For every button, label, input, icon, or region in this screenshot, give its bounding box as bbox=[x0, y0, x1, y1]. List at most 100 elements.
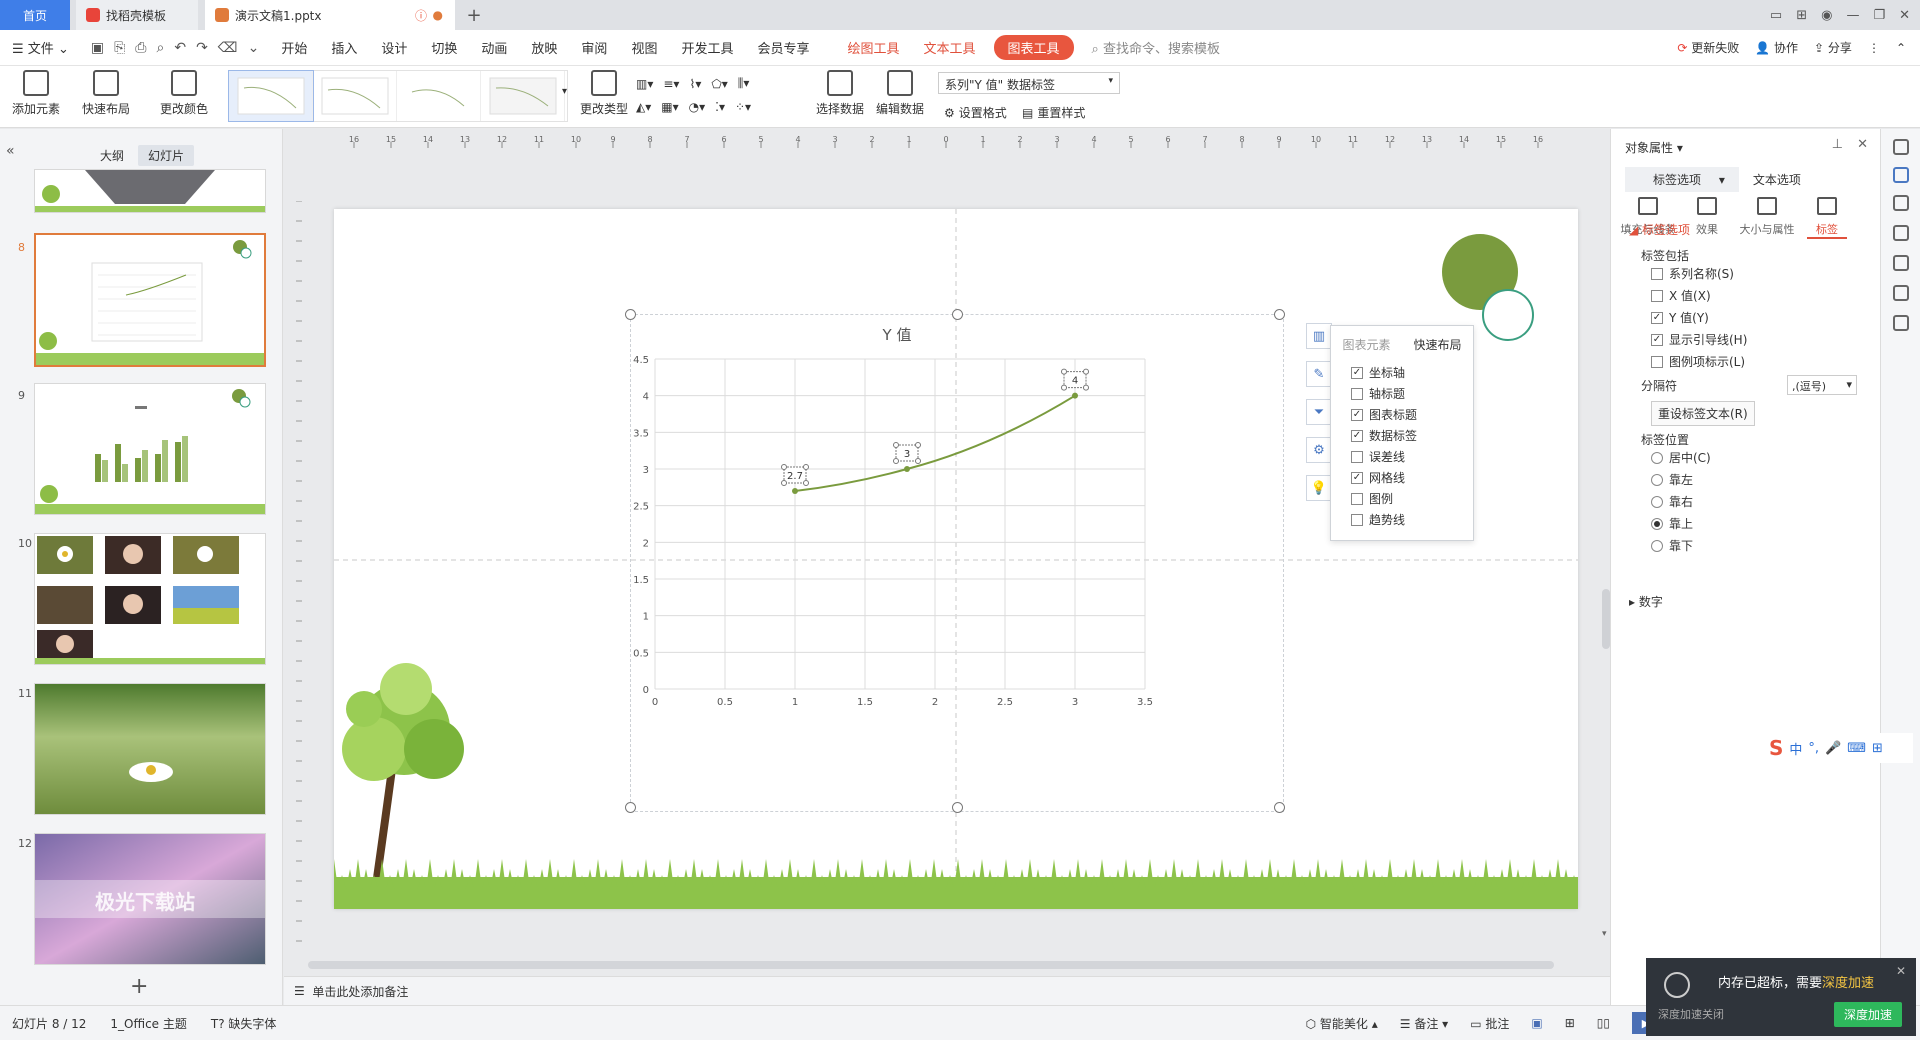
share-button[interactable]: ⇪ 分享 bbox=[1814, 39, 1852, 56]
location-icon[interactable] bbox=[1893, 285, 1909, 301]
chart-style-3[interactable] bbox=[397, 71, 481, 121]
horizontal-scrollbar[interactable] bbox=[308, 961, 1554, 969]
shape-icon[interactable] bbox=[1893, 195, 1909, 211]
label-position-option[interactable]: 靠下 bbox=[1651, 537, 1693, 554]
chart-style-2[interactable] bbox=[313, 71, 397, 121]
menu-transition[interactable]: 切换 bbox=[419, 38, 469, 57]
scatter-chart-icon[interactable]: ⁚▾ bbox=[715, 100, 725, 114]
combo-chart-icon[interactable]: ▦▾ bbox=[661, 100, 678, 114]
add-slide-button[interactable]: + bbox=[130, 974, 148, 999]
area-chart-icon[interactable]: ◭▾ bbox=[636, 100, 651, 114]
resize-handle-br[interactable] bbox=[1274, 802, 1285, 813]
gallery-expand-icon[interactable]: ▾ bbox=[562, 86, 567, 97]
punctuation-icon[interactable]: °, bbox=[1808, 741, 1819, 756]
chart-element-option[interactable]: 图例 bbox=[1351, 488, 1473, 509]
element-selector[interactable]: 系列"Y 值" 数据标签 ▾ bbox=[938, 72, 1120, 94]
menu-insert[interactable]: 插入 bbox=[319, 38, 369, 57]
ime-language[interactable]: 中 bbox=[1789, 739, 1802, 758]
sorter-view-icon[interactable]: ⊞ bbox=[1565, 1016, 1575, 1030]
properties-icon[interactable] bbox=[1893, 167, 1909, 183]
close-notification-icon[interactable]: ✕ bbox=[1896, 964, 1906, 978]
slide-thumb-10[interactable] bbox=[34, 533, 266, 665]
checkbox-icon[interactable] bbox=[1351, 387, 1363, 400]
update-failed-button[interactable]: ⟳ 更新失败 bbox=[1677, 39, 1739, 56]
bubble-chart-icon[interactable]: ⁘▾ bbox=[735, 100, 751, 114]
slides-icon[interactable] bbox=[1893, 225, 1909, 241]
apps-icon[interactable]: ⊞ bbox=[1796, 8, 1807, 23]
microphone-icon[interactable]: 🎤 bbox=[1825, 741, 1841, 756]
avatar[interactable]: ◉ bbox=[1821, 8, 1832, 23]
radio-icon[interactable] bbox=[1651, 451, 1663, 464]
bar-chart-icon[interactable]: ▥▾ bbox=[636, 77, 653, 91]
checkbox-icon[interactable] bbox=[1651, 355, 1663, 368]
change-color-button[interactable]: 更改颜色 bbox=[160, 70, 208, 117]
radio-icon[interactable] bbox=[1651, 473, 1663, 486]
export-icon[interactable]: ⎘ bbox=[114, 40, 125, 56]
checkbox-icon[interactable] bbox=[1351, 513, 1363, 526]
chart-style-1[interactable] bbox=[228, 70, 314, 122]
radio-icon[interactable] bbox=[1651, 539, 1663, 552]
more-icon[interactable]: ⌄ bbox=[248, 40, 260, 56]
notes-toggle-button[interactable]: ☰ 备注 ▾ bbox=[1400, 1015, 1448, 1032]
slide-thumb-11[interactable] bbox=[34, 683, 266, 815]
menu-home[interactable]: 开始 bbox=[269, 38, 319, 57]
chart-element-option[interactable]: 趋势线 bbox=[1351, 509, 1473, 530]
chart-element-option[interactable]: ✓ 数据标签 bbox=[1351, 425, 1473, 446]
chart-tip-icon[interactable]: 💡 bbox=[1306, 475, 1332, 501]
tab-slides[interactable]: 幻灯片 bbox=[138, 145, 195, 166]
resize-handle-tr[interactable] bbox=[1274, 309, 1285, 320]
separator-select[interactable]: ,(逗号) ▾ bbox=[1787, 375, 1857, 395]
minimize-icon[interactable]: — bbox=[1846, 8, 1859, 23]
panel-title[interactable]: 对象属性 ▾ bbox=[1625, 139, 1683, 156]
menu-member[interactable]: 会员专享 bbox=[745, 38, 821, 57]
collab-button[interactable]: 👤 协作 bbox=[1755, 39, 1798, 56]
label-contains-option[interactable]: 图例项标示(L) bbox=[1651, 353, 1745, 370]
chart-frame[interactable]: Y 值 0 0.5 1 1.5 2 2.5 3 3.5 4 4.5 0 0.5 1 1.5 2 2.5 3 3.5 2… bbox=[625, 309, 1285, 813]
file-menu[interactable]: ☰ 文件 ⌄ bbox=[0, 38, 81, 57]
checkbox-icon[interactable] bbox=[1351, 450, 1363, 463]
effects-category[interactable]: 效果 bbox=[1687, 197, 1727, 239]
popup-tab-quick-layout[interactable]: 快速布局 bbox=[1402, 332, 1473, 358]
line-chart-icon[interactable]: ⌇▾ bbox=[689, 77, 701, 91]
chart-element-option[interactable]: 轴标题 bbox=[1351, 383, 1473, 404]
chart-style-4[interactable] bbox=[481, 71, 565, 121]
quick-layout-button[interactable]: 快速布局 bbox=[82, 70, 130, 117]
normal-view-icon[interactable]: ▣ bbox=[1531, 1016, 1542, 1030]
tab-home[interactable]: 首页 bbox=[0, 0, 70, 30]
menu-view[interactable]: 视图 bbox=[619, 38, 669, 57]
more-options-icon[interactable]: ⋮ bbox=[1868, 41, 1880, 55]
notes-bar[interactable]: ☰ 单击此处添加备注 bbox=[284, 976, 1610, 1005]
chart-element-option[interactable]: ✓ 图表标题 bbox=[1351, 404, 1473, 425]
redo-icon[interactable]: ↷ bbox=[196, 40, 208, 56]
tab-outline[interactable]: 大纲 bbox=[90, 145, 134, 166]
pie-chart-icon[interactable]: ◔▾ bbox=[689, 100, 706, 114]
deep-accelerate-button[interactable]: 深度加速 bbox=[1833, 1002, 1902, 1027]
resize-handle-t[interactable] bbox=[952, 309, 963, 320]
list-chart-icon[interactable]: ≡▾ bbox=[663, 77, 679, 91]
checkbox-checked-icon[interactable]: ✓ bbox=[1351, 408, 1363, 421]
menu-review[interactable]: 审阅 bbox=[569, 38, 619, 57]
close-icon[interactable]: ✕ bbox=[1899, 8, 1910, 23]
size-properties-category[interactable]: 大小与属性 bbox=[1737, 197, 1797, 239]
smart-beautify-button[interactable]: ⬡ 智能美化 ▴ bbox=[1306, 1015, 1378, 1032]
book-icon[interactable] bbox=[1893, 315, 1909, 331]
chart-style-brush-icon[interactable]: ✎ bbox=[1306, 361, 1332, 387]
menu-drawing-tools[interactable]: 绘图工具 bbox=[835, 38, 911, 57]
label-position-option[interactable]: 靠上 bbox=[1651, 515, 1693, 532]
checkbox-checked-icon[interactable]: ✓ bbox=[1351, 471, 1363, 484]
checkbox-checked-icon[interactable]: ✓ bbox=[1351, 366, 1363, 379]
undo-icon[interactable]: ↶ bbox=[174, 40, 186, 56]
select-data-button[interactable]: 选择数据 bbox=[816, 70, 864, 117]
tab-template[interactable]: 找稻壳模板 bbox=[76, 0, 198, 30]
menu-chart-tools[interactable]: 图表工具 bbox=[993, 35, 1074, 60]
label-position-option[interactable]: 靠右 bbox=[1651, 493, 1693, 510]
slide-thumb-12[interactable]: 极光下载站 bbox=[34, 833, 266, 965]
checkbox-checked-icon[interactable]: ✓ bbox=[1651, 311, 1663, 324]
print-icon[interactable]: ⎙ bbox=[135, 40, 146, 56]
label-category[interactable]: 标签 bbox=[1807, 197, 1847, 239]
reset-label-text-button[interactable]: 重设标签文本(R) bbox=[1651, 401, 1755, 426]
maximize-icon[interactable]: ❐ bbox=[1873, 8, 1885, 23]
checkbox-icon[interactable] bbox=[1651, 267, 1663, 280]
edit-data-button[interactable]: 编辑数据 bbox=[876, 70, 924, 117]
tab-label-options[interactable]: 标签选项 ▾ bbox=[1625, 167, 1739, 192]
